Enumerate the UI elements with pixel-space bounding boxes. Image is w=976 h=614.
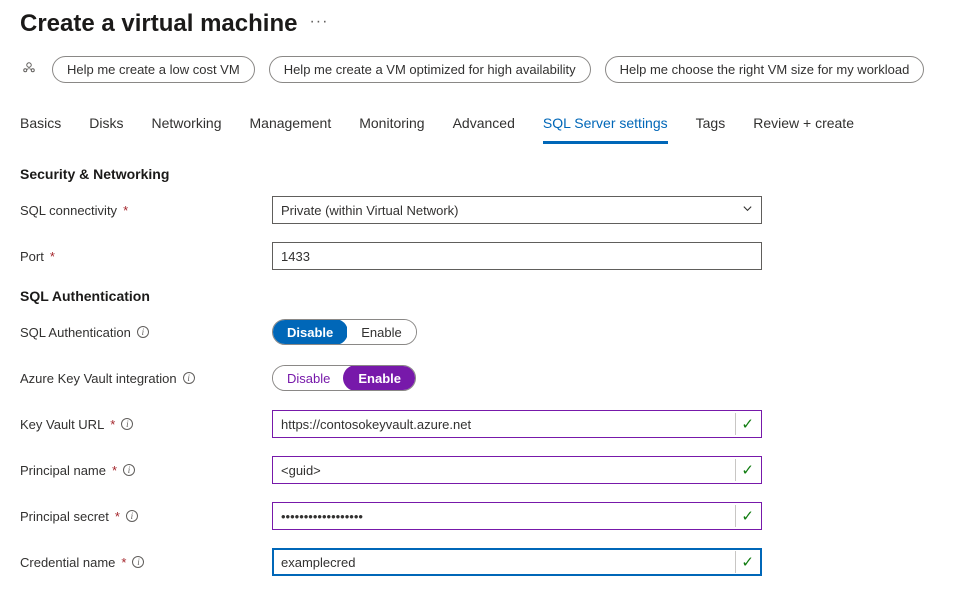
- more-icon[interactable]: ···: [309, 13, 328, 35]
- select-sql-connectivity[interactable]: Private (within Virtual Network): [272, 196, 762, 224]
- tab-advanced[interactable]: Advanced: [453, 111, 515, 144]
- required-indicator: *: [50, 249, 55, 264]
- toggle-akv-disable[interactable]: Disable: [273, 366, 344, 390]
- required-indicator: *: [110, 417, 115, 432]
- checkmark-icon: ✓: [741, 415, 754, 433]
- toggle-sql-auth: Disable Enable: [272, 319, 417, 345]
- tab-disks[interactable]: Disks: [89, 111, 123, 144]
- info-icon[interactable]: i: [132, 556, 144, 568]
- label-sql-connectivity: SQL connectivity: [20, 203, 117, 218]
- section-sql-authentication: SQL Authentication: [20, 288, 956, 304]
- info-icon[interactable]: i: [121, 418, 133, 430]
- info-icon[interactable]: i: [123, 464, 135, 476]
- divider: [735, 413, 736, 435]
- label-credential-name: Credential name: [20, 555, 115, 570]
- input-key-vault-url[interactable]: [272, 410, 762, 438]
- info-icon[interactable]: i: [137, 326, 149, 338]
- input-credential-name[interactable]: [272, 548, 762, 576]
- checkmark-icon: ✓: [741, 507, 754, 525]
- required-indicator: *: [123, 203, 128, 218]
- tab-review-create[interactable]: Review + create: [753, 111, 854, 144]
- tab-management[interactable]: Management: [250, 111, 332, 144]
- select-sql-connectivity-value: Private (within Virtual Network): [281, 203, 458, 218]
- toggle-akv-enable[interactable]: Enable: [343, 365, 416, 391]
- info-icon[interactable]: i: [126, 510, 138, 522]
- toggle-sql-auth-enable[interactable]: Enable: [347, 320, 415, 344]
- page-title: Create a virtual machine: [20, 10, 297, 38]
- copilot-icon: [20, 59, 38, 80]
- input-port[interactable]: [272, 242, 762, 270]
- divider: [735, 505, 736, 527]
- required-indicator: *: [121, 555, 126, 570]
- required-indicator: *: [112, 463, 117, 478]
- tab-networking[interactable]: Networking: [151, 111, 221, 144]
- checkmark-icon: ✓: [741, 461, 754, 479]
- input-principal-name[interactable]: [272, 456, 762, 484]
- checkmark-icon: ✓: [741, 553, 754, 571]
- required-indicator: *: [115, 509, 120, 524]
- label-key-vault-url: Key Vault URL: [20, 417, 104, 432]
- chevron-down-icon: [742, 203, 753, 217]
- tab-basics[interactable]: Basics: [20, 111, 61, 144]
- tab-sql-server-settings[interactable]: SQL Server settings: [543, 111, 668, 144]
- label-port: Port: [20, 249, 44, 264]
- toggle-sql-auth-disable[interactable]: Disable: [272, 319, 348, 345]
- tab-tags[interactable]: Tags: [696, 111, 726, 144]
- label-akv-integration: Azure Key Vault integration: [20, 371, 177, 386]
- divider: [735, 459, 736, 481]
- label-principal-name: Principal name: [20, 463, 106, 478]
- divider: [735, 551, 736, 573]
- suggestion-vm-size[interactable]: Help me choose the right VM size for my …: [605, 56, 925, 83]
- label-principal-secret: Principal secret: [20, 509, 109, 524]
- tabs: Basics Disks Networking Management Monit…: [20, 111, 956, 144]
- toggle-akv: Disable Enable: [272, 365, 416, 391]
- suggestion-low-cost[interactable]: Help me create a low cost VM: [52, 56, 255, 83]
- section-security-networking: Security & Networking: [20, 166, 956, 182]
- info-icon[interactable]: i: [183, 372, 195, 384]
- suggestion-high-availability[interactable]: Help me create a VM optimized for high a…: [269, 56, 591, 83]
- label-sql-auth: SQL Authentication: [20, 325, 131, 340]
- tab-monitoring[interactable]: Monitoring: [359, 111, 424, 144]
